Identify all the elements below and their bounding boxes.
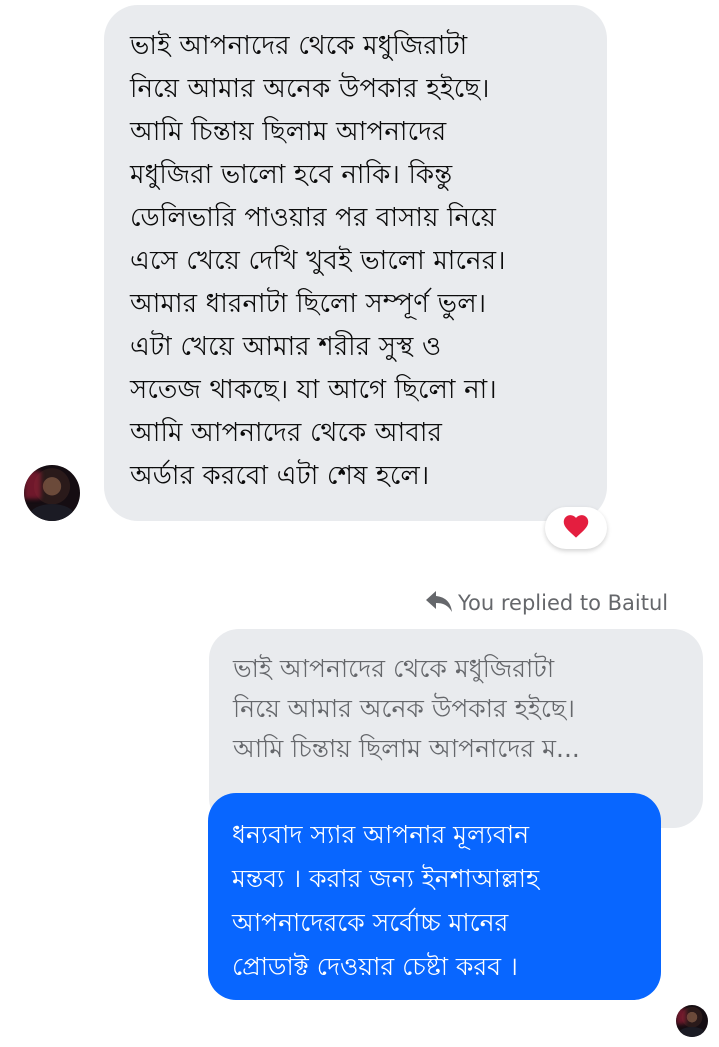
message-line: নিয়ে আমার অনেক উপকার হইছে। — [130, 74, 490, 104]
quoted-message-text: ভাই আপনাদের থেকে মধুজিরাটা নিয়ে আমার অন… — [233, 649, 685, 769]
message-line: প্রোডাক্ট দেওয়ার চেষ্টা করব । — [232, 952, 518, 981]
incoming-message-text: ভাই আপনাদের থেকে মধুজিরাটা নিয়ে আমার অন… — [130, 25, 587, 498]
heart-icon — [562, 513, 590, 543]
message-line: ভাই আপনাদের থেকে মধুজিরাটা — [130, 31, 468, 61]
message-line: ধন্যবাদ স্যার আপনার মূল্যবান — [232, 820, 529, 849]
reply-arrow-icon — [424, 588, 454, 619]
message-line: আমার ধারনাটা ছিলো সম্পূর্ণ ভুল। — [130, 289, 487, 319]
avatar-photo-body — [679, 1027, 705, 1037]
quoted-line: নিয়ে আমার অনেক উপকার হইছে। — [233, 694, 575, 723]
message-line: সতেজ থাকছে। যা আগে ছিলো না। — [130, 375, 497, 405]
message-line: আমি আপনাদের থেকে আবার — [130, 418, 443, 448]
reply-indicator: You replied to Baitul — [424, 588, 668, 618]
message-line: এসে খেয়ে দেখি খুবই ভালো মানের। — [130, 246, 506, 276]
quoted-line: আমি চিন্তায় ছিলাম আপনাদের ম... — [233, 734, 580, 763]
avatar-photo-glow — [24, 470, 41, 499]
reaction-badge[interactable] — [545, 507, 607, 549]
reply-indicator-label: You replied to Baitul — [458, 591, 669, 615]
message-line: মধুজিরা ভালো হবে নাকি। কিন্তু — [130, 160, 453, 190]
message-line: মন্তব্য । করার জন্য ইনশাআল্লাহ — [232, 864, 540, 893]
message-line: অর্ডার করবো এটা শেষ হলে। — [130, 461, 430, 491]
message-line: আপনাদেরকে সর্বোচ্চ মানের — [232, 908, 509, 937]
incoming-message-bubble[interactable]: ভাই আপনাদের থেকে মধুজিরাটা নিয়ে আমার অন… — [104, 5, 607, 521]
avatar-photo-body — [29, 504, 75, 521]
message-line: আমি চিন্তায় ছিলাম আপনাদের — [130, 117, 447, 147]
outgoing-message-text: ধন্যবাদ স্যার আপনার মূল্যবান মন্তব্য । ক… — [232, 813, 649, 989]
message-line: এটা খেয়ে আমার শরীর সুস্থ ও — [130, 332, 442, 362]
message-line: ডেলিভারি পাওয়ার পর বাসায় নিয়ে — [130, 203, 497, 233]
sender-avatar[interactable] — [24, 465, 80, 521]
outgoing-message-bubble[interactable]: ধন্যবাদ স্যার আপনার মূল্যবান মন্তব্য । ক… — [208, 793, 661, 1000]
quoted-line: ভাই আপনাদের থেকে মধুজিরাটা — [233, 654, 555, 683]
avatar-photo-glow — [676, 1008, 686, 1025]
seen-avatar — [676, 1005, 708, 1037]
